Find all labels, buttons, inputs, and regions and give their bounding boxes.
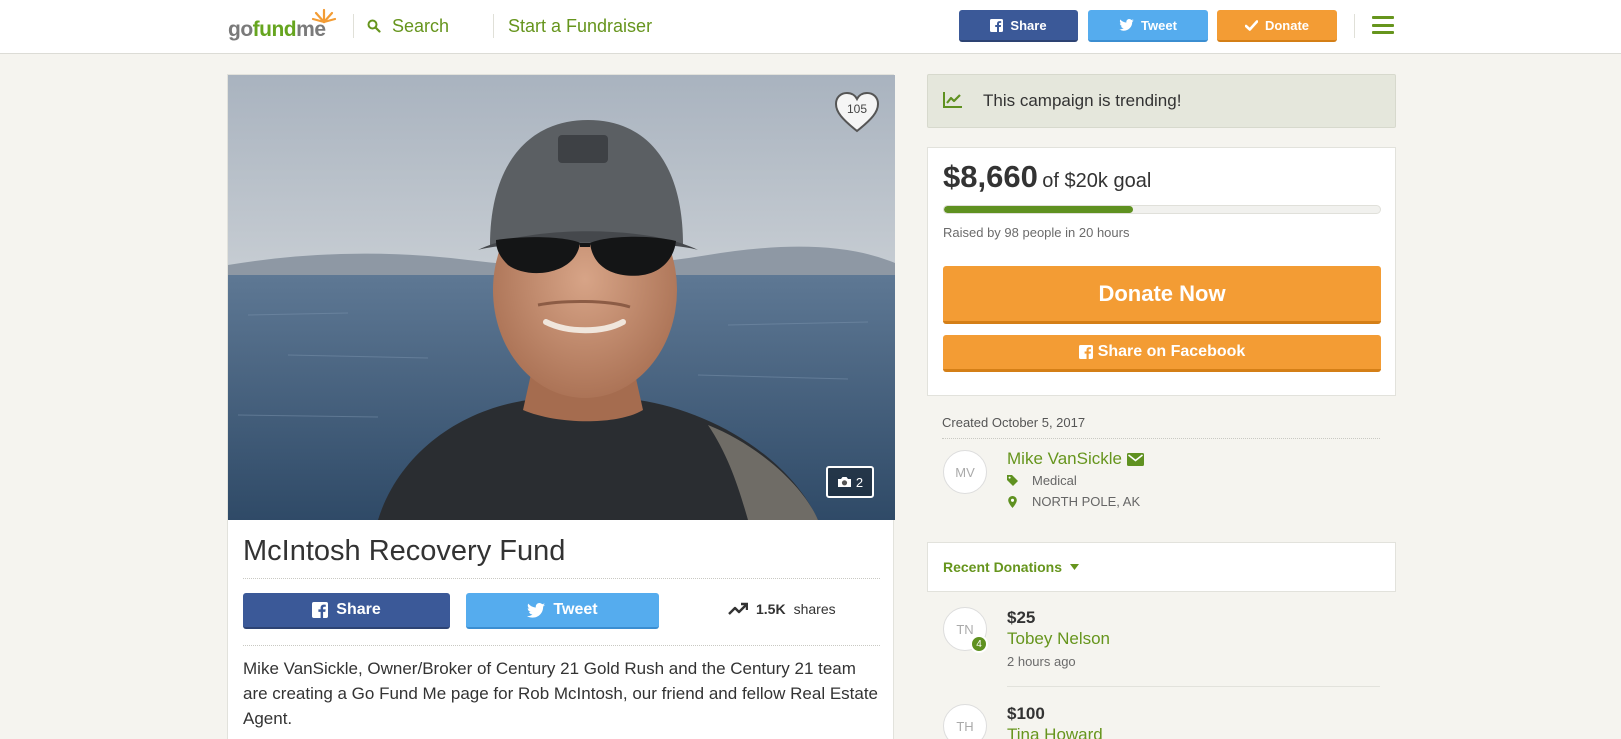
- goal-text: of $20k goal: [1042, 170, 1152, 192]
- twitter-icon: [527, 602, 546, 618]
- campaign-photo[interactable]: [228, 75, 895, 520]
- camera-icon: [837, 477, 851, 487]
- donor-badge: 4: [970, 635, 988, 653]
- campaign-photo-image: [228, 75, 895, 520]
- search-link[interactable]: Search: [367, 14, 449, 38]
- header-share-label: Share: [1010, 17, 1047, 33]
- campaign-title: McIntosh Recovery Fund: [243, 535, 566, 567]
- donation-time: 2 hours ago: [1007, 654, 1076, 669]
- campaign-story: Mike VanSickle, Owner/Broker of Century …: [243, 659, 879, 728]
- twitter-icon: [1119, 19, 1134, 31]
- organizer-avatar: MV: [943, 450, 987, 494]
- campaign-tweet-button[interactable]: Tweet: [466, 593, 659, 629]
- created-date: Created October 5, 2017: [942, 415, 1086, 430]
- checkmark-icon: [1244, 19, 1258, 31]
- recent-donations-header[interactable]: Recent Donations: [927, 542, 1396, 592]
- header-tweet-label: Tweet: [1141, 17, 1177, 33]
- envelope-icon[interactable]: [1126, 452, 1144, 466]
- caret-down-icon: [1070, 564, 1080, 570]
- share-on-facebook-button[interactable]: Share on Facebook: [943, 335, 1381, 372]
- header-tweet-button[interactable]: Tweet: [1088, 10, 1208, 42]
- header-share-button[interactable]: Share: [959, 10, 1078, 42]
- donor-name[interactable]: Tina Howard: [1007, 725, 1103, 739]
- heart-count: 105: [846, 102, 868, 116]
- header-donate-label: Donate: [1264, 17, 1310, 33]
- campaign-card: 105 2 McIntosh Recovery Fund Share Tweet…: [227, 74, 895, 739]
- recent-donations-label: Recent Donations: [943, 559, 1063, 575]
- nav-divider: [353, 14, 354, 38]
- nav-divider: [493, 14, 494, 38]
- facebook-icon: [312, 602, 329, 618]
- search-icon: [367, 19, 381, 33]
- search-label: Search: [392, 15, 450, 36]
- category-line: Medical: [1007, 473, 1077, 488]
- trending-banner: This campaign is trending!: [927, 74, 1396, 128]
- logo-part-go: go: [228, 18, 253, 41]
- organizer-name-link[interactable]: Mike VanSickle: [1007, 449, 1144, 469]
- tag-icon: [1007, 475, 1018, 486]
- photo-count-button[interactable]: 2: [826, 466, 874, 498]
- trending-text: This campaign is trending!: [983, 91, 1182, 110]
- divider: [243, 645, 880, 646]
- donate-now-button[interactable]: Donate Now: [943, 266, 1381, 324]
- logo-sun-icon: [311, 8, 337, 24]
- donation-amount: $25: [1007, 608, 1036, 627]
- campaign-tweet-label: Tweet: [553, 601, 598, 618]
- organizer-name: Mike VanSickle: [1007, 449, 1122, 468]
- location-line: NORTH POLE, AK: [1007, 494, 1140, 509]
- divider: [942, 438, 1380, 439]
- category-label: Medical: [1032, 473, 1077, 488]
- progress-bar: [943, 205, 1381, 214]
- raised-by-text: Raised by 98 people in 20 hours: [943, 225, 1130, 240]
- start-fundraiser-link[interactable]: Start a Fundraiser: [508, 14, 652, 38]
- donation-amount: $100: [1007, 704, 1045, 723]
- location-label: NORTH POLE, AK: [1032, 494, 1141, 509]
- campaign-share-button[interactable]: Share: [243, 593, 450, 629]
- gofundme-logo[interactable]: gofundme: [228, 8, 338, 42]
- donation-summary-card: $8,660 of $20k goal Raised by 98 people …: [927, 147, 1396, 396]
- nav-divider: [1354, 14, 1355, 38]
- raised-value: $8,660: [943, 159, 1038, 194]
- donor-name[interactable]: Tobey Nelson: [1007, 629, 1110, 649]
- shares-count-value: 1.5K: [756, 601, 786, 617]
- donor-avatar: TH: [943, 704, 987, 739]
- map-pin-icon: [1008, 495, 1017, 508]
- facebook-icon: [1078, 345, 1093, 359]
- trending-arrow-icon: [728, 602, 748, 615]
- header-donate-button[interactable]: Donate: [1217, 10, 1337, 42]
- logo-part-fund: fund: [252, 18, 297, 41]
- progress-bar-fill: [944, 206, 1133, 213]
- divider: [1007, 686, 1380, 687]
- raised-amount: $8,660 of $20k goal: [943, 159, 1151, 195]
- shares-count-label: shares: [793, 601, 836, 617]
- photo-count-value: 2: [855, 474, 864, 490]
- share-on-facebook-label: Share on Facebook: [1097, 343, 1246, 360]
- facebook-icon: [990, 18, 1004, 32]
- shares-count: 1.5K shares: [728, 599, 836, 619]
- line-chart-icon: [943, 92, 962, 108]
- recent-donations-toggle[interactable]: Recent Donations: [943, 559, 1080, 575]
- menu-hamburger-icon[interactable]: [1372, 16, 1394, 34]
- divider: [243, 578, 880, 579]
- campaign-share-label: Share: [336, 601, 381, 618]
- top-navigation-bar: gofundme Search Start a Fundraiser Share: [0, 0, 1621, 54]
